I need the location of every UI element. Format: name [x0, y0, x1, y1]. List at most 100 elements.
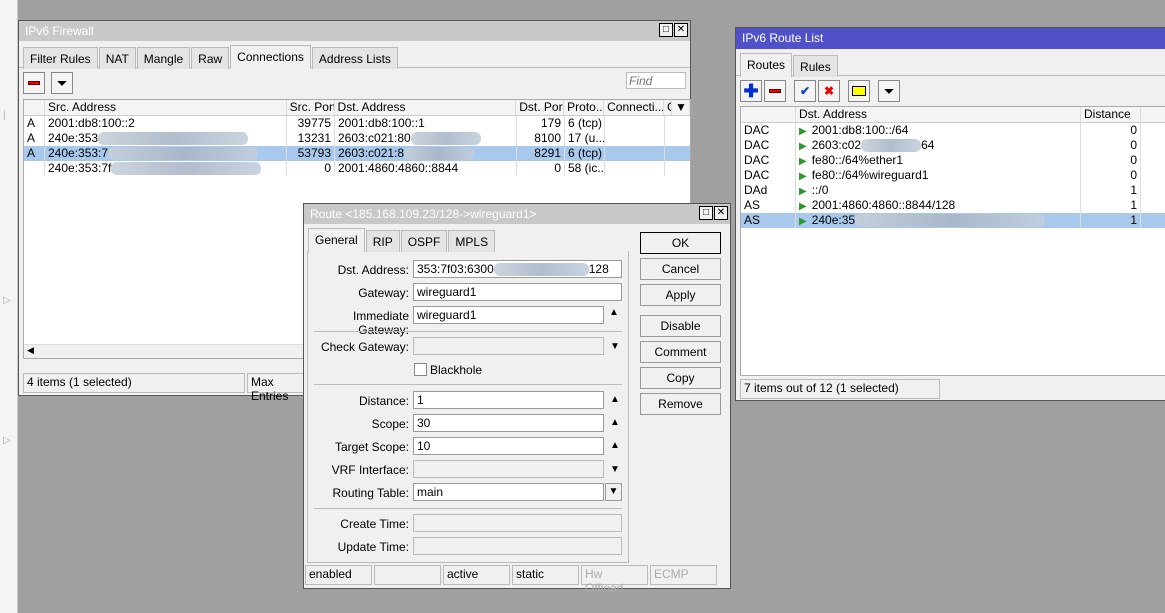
src-port-cell: 0	[287, 161, 335, 176]
comment-button[interactable]	[848, 80, 870, 102]
remove-button[interactable]	[764, 80, 786, 102]
tab-rip[interactable]: RIP	[365, 230, 400, 252]
immediate-gateway-field[interactable]: wireguard1	[413, 306, 604, 324]
gateway-field[interactable]: wireguard1	[413, 283, 622, 301]
tab-address-lists[interactable]: Address Lists	[311, 47, 398, 69]
table-row[interactable]: AS ▶ 2001:4860:4860::8844/128 1	[741, 198, 1165, 213]
table-row[interactable]: DAd ▶::/0 1	[741, 183, 1165, 198]
title-bar[interactable]: IPv6 Route List	[736, 28, 1165, 49]
tab-raw[interactable]: Raw	[191, 47, 230, 69]
ipv6-route-list-window: IPv6 Route List Routes Rules ✚ ✔ ✖ ⏷ Dst…	[735, 27, 1165, 401]
dst-address-cell: ▶::/0	[796, 183, 1081, 198]
redacted-blur	[404, 147, 475, 161]
flag-cell: A	[24, 146, 45, 161]
maximize-button[interactable]: □	[699, 206, 713, 220]
distance-cell: 0	[1081, 138, 1141, 153]
distance-field[interactable]: 1	[413, 391, 604, 409]
table-row[interactable]: AS ▶ 240e:35 1	[741, 213, 1165, 228]
collapse-icon[interactable]: ▲	[610, 394, 620, 405]
plus-icon: ✚	[743, 80, 759, 101]
status-hw-offload: Hw Offload...	[581, 565, 648, 595]
distance-label: Distance:	[358, 394, 409, 408]
find-input[interactable]	[626, 72, 686, 89]
collapse-icon[interactable]: ▲	[610, 440, 620, 451]
remove-button[interactable]: Remove	[640, 393, 721, 415]
dropdown-icon[interactable]: ▼	[610, 341, 620, 352]
col-dst-port[interactable]: Dst. Port	[516, 100, 565, 115]
cancel-button[interactable]: Cancel	[640, 258, 721, 280]
col-src-port[interactable]: Src. Port	[287, 100, 335, 115]
col-dst-address[interactable]: Dst. Address	[796, 107, 1081, 122]
redacted-blur	[98, 132, 249, 146]
dst-address-text: 2001:4860:4860::8844	[338, 161, 459, 175]
table-row[interactable]: A 240e:353 13231 2603:c021:80 8100 17 (u...	[24, 131, 690, 146]
protocol-cell: 17 (u...	[565, 131, 605, 146]
src-address-text: 240e:353	[48, 131, 99, 145]
title-bar[interactable]: Route <185.168.109.23/128->wireguard1> □…	[304, 204, 730, 224]
apply-button[interactable]: Apply	[640, 284, 721, 306]
scope-field[interactable]: 30	[413, 414, 604, 432]
table-row[interactable]: 240e:353:7f 0 2001:4860:4860::8844 0 58 (ic.…	[24, 161, 690, 176]
tab-connections[interactable]: Connections	[230, 45, 311, 69]
status-max-entries: Max Entries	[247, 373, 307, 403]
close-button[interactable]: ✕	[714, 206, 728, 220]
tab-nat[interactable]: NAT	[98, 47, 136, 69]
ok-button[interactable]: OK	[640, 232, 721, 254]
table-row[interactable]: DAC ▶ 2603:c02 64 0	[741, 138, 1165, 153]
col-dst-address[interactable]: Dst. Address	[335, 100, 517, 115]
comment-button[interactable]: Comment	[640, 341, 721, 363]
blackhole-checkbox[interactable]	[414, 363, 427, 376]
col-connection[interactable]: Connecti...	[604, 100, 665, 115]
copy-button[interactable]: Copy	[640, 367, 721, 389]
dst-address-field[interactable]: 353:7f03:6300 128	[413, 260, 622, 278]
dropdown-icon[interactable]: ▼	[610, 464, 620, 475]
distance-cell: 0	[1081, 123, 1141, 138]
tab-routes[interactable]: Routes	[740, 53, 793, 77]
dropdown-icon[interactable]: ▼	[605, 483, 622, 501]
vrf-interface-field[interactable]	[413, 460, 604, 478]
src-port-cell: 53793	[287, 146, 335, 161]
add-button[interactable]: ✚	[740, 80, 762, 102]
table-row[interactable]: A 2001:db8:100::2 39775 2001:db8:100::1 179 6…	[24, 116, 690, 131]
table-row[interactable]: DAC ▶ fe80::/64%wireguard1 0	[741, 168, 1165, 183]
remove-button[interactable]	[23, 72, 45, 94]
column-menu-icon[interactable]: ▼	[672, 100, 690, 115]
check-gateway-field[interactable]	[413, 337, 604, 355]
create-time-field	[413, 514, 622, 532]
play-arrow-icon: ▶	[799, 201, 807, 212]
table-row[interactable]: A 240e:353:7 53793 2603:c021:8 8291 6 (tcp)	[24, 146, 690, 161]
up-down-icon[interactable]: ▲	[609, 307, 619, 318]
connection-cell	[605, 146, 665, 161]
dst-address-cell: ▶ 2001:db8:100::/64	[796, 123, 1081, 138]
filter-button[interactable]: ⏷	[878, 80, 900, 102]
maximize-button[interactable]: □	[659, 23, 673, 37]
tab-general[interactable]: General	[308, 228, 365, 252]
distance-cell: 1	[1081, 198, 1141, 213]
col-src-address[interactable]: Src. Address	[45, 100, 287, 115]
tab-rules[interactable]: Rules	[793, 55, 838, 77]
flag-cell: DAC	[741, 123, 796, 138]
dst-address-cell: ▶ fe80::/64%ether1	[796, 153, 1081, 168]
tab-mangle[interactable]: Mangle	[136, 47, 191, 69]
col-distance[interactable]: Distance	[1081, 107, 1141, 122]
disable-button[interactable]: ✖	[818, 80, 840, 102]
flag-cell: DAC	[741, 153, 796, 168]
tab-ospf[interactable]: OSPF	[400, 230, 448, 252]
disable-button[interactable]: Disable	[640, 315, 721, 337]
col-flag	[24, 100, 45, 115]
tab-mpls[interactable]: MPLS	[448, 230, 496, 252]
filter-button[interactable]: ⏷	[51, 72, 73, 94]
enable-button[interactable]: ✔	[794, 80, 816, 102]
routing-table-label: Routing Table:	[332, 486, 410, 500]
target-scope-field[interactable]: 10	[413, 437, 604, 455]
col-protocol[interactable]: Proto...	[564, 100, 605, 115]
table-row[interactable]: DAC ▶ 2001:db8:100::/64 0	[741, 123, 1165, 138]
collapse-icon[interactable]: ▲	[610, 417, 620, 428]
routing-table-field[interactable]: main	[413, 483, 604, 501]
title-bar[interactable]: IPv6 Firewall □ ✕	[19, 21, 690, 41]
col-c[interactable]: C	[664, 100, 673, 115]
status-active: active	[443, 565, 510, 585]
tab-filter-rules[interactable]: Filter Rules	[23, 47, 98, 69]
close-button[interactable]: ✕	[674, 23, 688, 37]
table-row[interactable]: DAC ▶ fe80::/64%ether1 0	[741, 153, 1165, 168]
